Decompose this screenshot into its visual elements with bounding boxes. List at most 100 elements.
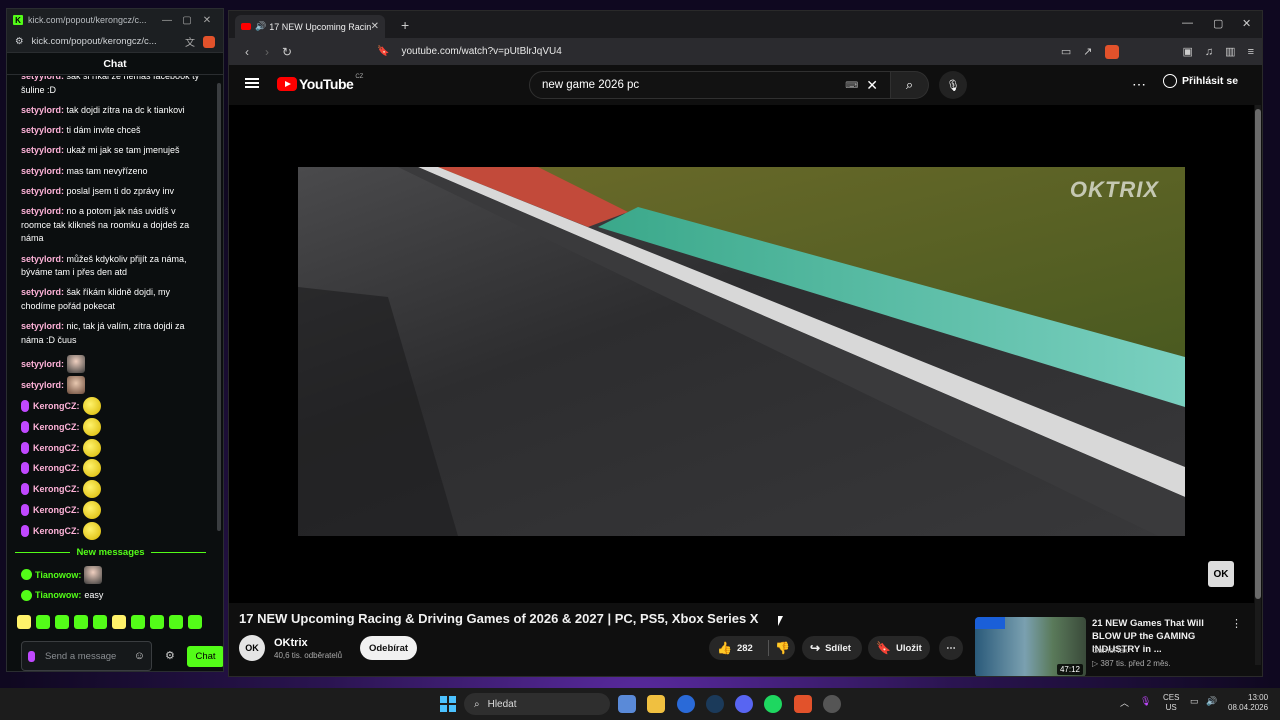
clear-search-icon[interactable]: ✕	[866, 77, 878, 94]
chat-input[interactable]: Send a message ☺	[21, 641, 152, 671]
brave-shield-icon[interactable]	[1104, 44, 1119, 59]
voice-search-button[interactable]: 🎙	[939, 71, 967, 99]
chat-username[interactable]: setyylord:	[21, 287, 67, 297]
chat-username[interactable]: setyylord:	[21, 380, 64, 390]
emote-icon[interactable]	[112, 615, 126, 629]
dislike-icon[interactable]: 👎	[775, 641, 790, 655]
chat-username[interactable]: setyylord:	[21, 186, 67, 196]
chat-username[interactable]: setyylord:	[21, 166, 67, 176]
maximize-icon[interactable]: ▢	[177, 15, 197, 26]
chat-settings-icon[interactable]: ⚙	[165, 649, 175, 662]
tray-mic-icon[interactable]: 🎙	[1140, 696, 1151, 707]
kick-address-bar[interactable]: ⚙ kick.com/popout/kerongcz/c... 文	[7, 31, 223, 53]
settings-more-icon[interactable]: ⋯	[1132, 76, 1146, 93]
chat-username[interactable]: KerongCZ:	[33, 526, 80, 536]
chat-username[interactable]: setyylord:	[21, 125, 67, 135]
tray-overflow-icon[interactable]: ︿	[1120, 696, 1129, 709]
chat-username[interactable]: setyylord:	[21, 206, 67, 216]
chat-scrollbar[interactable]	[217, 83, 221, 531]
emote-icon[interactable]	[17, 615, 31, 629]
emote-icon[interactable]	[55, 615, 69, 629]
forward-icon[interactable]: ›	[257, 45, 277, 59]
input-language[interactable]: CES US	[1163, 693, 1179, 713]
signin-button[interactable]: Přihlásit se	[1163, 74, 1238, 88]
minimize-icon[interactable]: —	[157, 15, 177, 26]
chat-username[interactable]: setyylord:	[21, 105, 67, 115]
widgets-icon[interactable]	[618, 695, 636, 713]
new-messages-divider[interactable]: New messages	[15, 547, 206, 558]
search-button[interactable]: ⌕	[891, 71, 929, 99]
minimize-icon[interactable]: —	[1182, 17, 1193, 29]
recommended-channel[interactable]: GameRax	[1092, 646, 1128, 655]
music-icon[interactable]: ♫	[1205, 46, 1213, 58]
obs-icon[interactable]	[823, 695, 841, 713]
emote-icon[interactable]	[169, 615, 183, 629]
spotify-icon[interactable]	[764, 695, 782, 713]
chat-username[interactable]: KerongCZ:	[33, 505, 80, 515]
close-icon[interactable]: ✕	[1242, 17, 1251, 30]
channel-name[interactable]: OKtrix	[274, 637, 342, 649]
keyboard-icon[interactable]: ⌨	[845, 80, 858, 91]
chat-username[interactable]: setyylord:	[21, 359, 64, 369]
translate-icon[interactable]: 文	[185, 34, 195, 49]
discord-icon[interactable]	[735, 695, 753, 713]
chat-username[interactable]: setyylord:	[21, 145, 67, 155]
chat-username[interactable]: setyylord:	[21, 321, 67, 331]
network-icon[interactable]: ▭	[1190, 696, 1199, 707]
like-icon[interactable]: 👍	[717, 641, 732, 655]
sidebar-icon[interactable]: ▥	[1225, 45, 1235, 58]
menu-icon[interactable]: ≡	[1248, 46, 1254, 58]
close-icon[interactable]: ✕	[197, 15, 217, 26]
video-frame[interactable]: OKTRIX	[298, 167, 1185, 536]
cast-icon[interactable]: ▭	[1061, 45, 1071, 58]
speaker-icon[interactable]: 🔊	[255, 21, 266, 32]
subscribe-button[interactable]: Odebírat	[360, 636, 417, 660]
back-icon[interactable]: ‹	[237, 45, 257, 59]
emote-icon[interactable]	[188, 615, 202, 629]
chat-username[interactable]: setyylord:	[21, 254, 67, 264]
site-settings-icon[interactable]: ⚙	[15, 36, 24, 47]
tab-close-icon[interactable]: ✕	[371, 21, 379, 32]
maximize-icon[interactable]: ▢	[1213, 17, 1223, 30]
emote-icon[interactable]	[36, 615, 50, 629]
channel-avatar[interactable]: OK	[239, 635, 265, 661]
kick-url[interactable]: kick.com/popout/kerongcz/c...	[32, 36, 177, 47]
brave-shield-icon[interactable]	[203, 35, 215, 48]
chat-username[interactable]: KerongCZ:	[33, 422, 80, 432]
recommended-more-icon[interactable]: ⋮	[1231, 617, 1242, 630]
bookmark-icon[interactable]: 🔖	[377, 46, 389, 57]
like-count[interactable]: 282	[737, 643, 753, 654]
emote-icon[interactable]	[74, 615, 88, 629]
steam-icon[interactable]	[706, 695, 724, 713]
clock[interactable]: 13:00 08.04.2026	[1228, 693, 1268, 713]
chat-username[interactable]: KerongCZ:	[33, 443, 80, 453]
emote-icon[interactable]	[131, 615, 145, 629]
file-explorer-icon[interactable]	[647, 695, 665, 713]
chat-username[interactable]: KerongCZ:	[33, 401, 80, 411]
send-chat-button[interactable]: Chat	[187, 646, 223, 667]
chat-username[interactable]: setyylord:	[21, 76, 67, 81]
emoji-picker-icon[interactable]: ☺	[134, 650, 145, 662]
emote-icon[interactable]	[93, 615, 107, 629]
volume-icon[interactable]: 🔊	[1206, 696, 1217, 707]
youtube-logo[interactable]: YouTube CZ	[277, 74, 363, 92]
chat-username[interactable]: Tianowow:	[35, 590, 81, 600]
guide-menu-icon[interactable]	[245, 78, 259, 88]
search-input[interactable]: new game 2026 pc ⌨ ✕	[529, 71, 891, 99]
share-icon[interactable]: ↗	[1083, 45, 1092, 58]
share-button[interactable]: ↪ Sdílet	[802, 636, 862, 660]
video-player[interactable]: OKTRIX OK	[229, 105, 1254, 603]
emote-icon[interactable]	[150, 615, 164, 629]
start-button[interactable]	[440, 696, 456, 712]
chat-username[interactable]: KerongCZ:	[33, 463, 80, 473]
save-button[interactable]: 🔖 Uložit	[868, 636, 930, 660]
new-tab-icon[interactable]: +	[401, 17, 409, 33]
taskbar-search[interactable]: ⌕ Hledat	[464, 693, 610, 715]
tab-youtube[interactable]: 🔊 17 NEW Upcoming Racing &... ✕	[235, 15, 385, 38]
reload-icon[interactable]: ↻	[277, 45, 297, 59]
more-actions-button[interactable]: ⋯	[939, 636, 963, 660]
channel-watermark-icon[interactable]: OK	[1208, 561, 1234, 587]
edge-icon[interactable]	[677, 695, 695, 713]
chat-username[interactable]: Tianowow:	[35, 570, 81, 580]
wallet-icon[interactable]: ▣	[1183, 45, 1193, 58]
